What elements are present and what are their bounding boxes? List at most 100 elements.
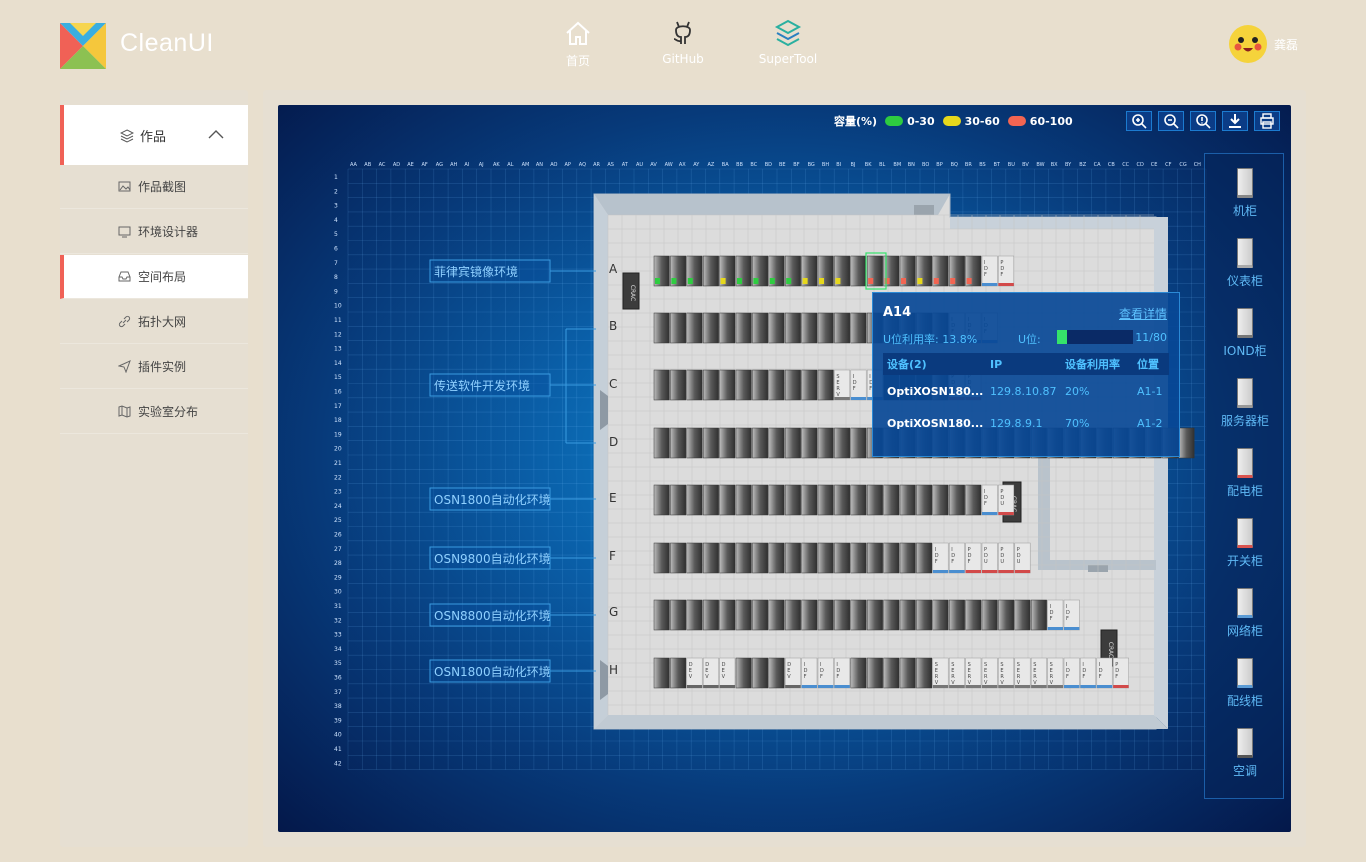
- rack: SERV: [948, 657, 965, 689]
- rack-body: [702, 427, 719, 459]
- nav-supertool[interactable]: SuperTool: [743, 18, 833, 66]
- grid-row-label: 33: [334, 632, 342, 639]
- sidebar-item-lab-map[interactable]: 实验室分布: [60, 390, 248, 434]
- cabinet-type-item[interactable]: 空调: [1205, 728, 1285, 779]
- cabinet-type-item[interactable]: 仪表柜: [1205, 238, 1285, 289]
- cabinet-type-item[interactable]: 服务器柜: [1205, 378, 1285, 429]
- zoom-out-button[interactable]: [1158, 111, 1184, 131]
- grid-column-label: AN: [536, 162, 543, 168]
- download-button[interactable]: [1222, 111, 1248, 131]
- grid-row-label: 11: [334, 317, 342, 324]
- avatar[interactable]: [1228, 24, 1268, 64]
- grid-column-label: BV: [1022, 162, 1029, 168]
- grid-column-label: BH: [822, 162, 829, 168]
- view-details-link[interactable]: 查看详情: [1119, 305, 1167, 322]
- rack-accent: [785, 685, 801, 688]
- rack-glyph: F: [1066, 616, 1069, 622]
- sidebar-item-space-layout[interactable]: 空间布局: [60, 255, 248, 299]
- device-util: 20%: [1065, 384, 1090, 398]
- rack-body: [866, 657, 883, 689]
- capacity-indicator: [687, 278, 693, 284]
- rack-body: [686, 542, 703, 574]
- zoom-reset-button[interactable]: [1190, 111, 1216, 131]
- rack-body: [719, 599, 736, 631]
- grid-column-label: BJ: [851, 162, 856, 168]
- grid-column-label: AI: [464, 162, 469, 168]
- user-menu[interactable]: 龚磊: [1228, 24, 1298, 64]
- grid-row-label: 14: [334, 360, 342, 367]
- nav-home[interactable]: 首页: [533, 18, 623, 69]
- cabinet-type-label: 仪表柜: [1226, 274, 1263, 288]
- brand-name[interactable]: CleanUI: [120, 29, 214, 58]
- floor-plan-stage[interactable]: AA AB AC AD AE AF AG AH AI AJ AK AL AM AN AO AP AQ AR AS AT…: [278, 105, 1291, 832]
- rack: [817, 312, 834, 344]
- cabinet-type-item[interactable]: 配电柜: [1205, 448, 1285, 499]
- floor-plan[interactable]: AA AB AC AD AE AF AG AH AI AJ AK AL AM AN AO AP AQ AR AS AT…: [278, 105, 1291, 832]
- rack-body: [702, 542, 719, 574]
- cabinet-type-item[interactable]: IOND柜: [1205, 308, 1285, 359]
- rack-body: [998, 599, 1015, 631]
- rack-body: [834, 599, 851, 631]
- cabinet-icon: [1237, 308, 1253, 338]
- zoom-in-icon: [1132, 114, 1147, 129]
- sidebar-item-plugins[interactable]: 插件实例: [60, 345, 248, 389]
- env-label-text: 菲律宾镜像环境: [434, 264, 518, 279]
- rack: [702, 599, 719, 631]
- sidebar-group-works[interactable]: 作品: [60, 105, 248, 165]
- col-ip: IP: [986, 353, 1061, 375]
- rack-body: [850, 427, 867, 459]
- row-letter: F: [609, 549, 616, 563]
- rack: [768, 484, 785, 516]
- capacity-indicator: [917, 278, 923, 284]
- map-icon: [118, 405, 131, 418]
- nav-github[interactable]: GitHub: [638, 18, 728, 66]
- rack-body: [735, 369, 752, 401]
- cabinet-type-item[interactable]: 开关柜: [1205, 518, 1285, 569]
- cabinet-type-label: 配线柜: [1226, 694, 1263, 708]
- cabinet-icon: [1237, 518, 1253, 548]
- rack: SERV: [965, 657, 982, 689]
- rack-body: [719, 427, 736, 459]
- rack: IDF: [981, 484, 998, 516]
- rack: [735, 484, 752, 516]
- rack-glyph: F: [984, 501, 987, 507]
- rack-accent: [998, 570, 1014, 573]
- cabinet-type-item[interactable]: 机柜: [1205, 168, 1285, 219]
- grid-row-label: 36: [334, 675, 342, 682]
- cabinet-type-item[interactable]: 网络柜: [1205, 588, 1285, 639]
- rack: [834, 312, 851, 344]
- env-label-text: OSN1800自动化环境: [434, 492, 551, 507]
- table-row[interactable]: OptiXOSN180... 129.8.10.87 20% A1-1: [883, 375, 1169, 407]
- sidebar-item-screenshots[interactable]: 作品截图: [60, 165, 248, 209]
- rack: [784, 369, 801, 401]
- rack: IDF: [1080, 657, 1097, 689]
- table-row[interactable]: OptiXOSN180... 129.8.9.1 70% A1-2: [883, 407, 1169, 439]
- sidebar-item-topology[interactable]: 拓扑大网: [60, 300, 248, 344]
- cleanui-logo[interactable]: [60, 23, 106, 69]
- rack-body: [850, 312, 867, 344]
- rack: [653, 484, 670, 516]
- chevron-up-icon[interactable]: [208, 129, 224, 139]
- col-util: 设备利用率: [1061, 353, 1133, 375]
- rack-body: [752, 599, 769, 631]
- nav-home-label: 首页: [565, 54, 590, 68]
- rack-body: [948, 599, 965, 631]
- rack-body: [817, 542, 834, 574]
- rack-glyph: F: [820, 674, 823, 680]
- rack-body: [965, 599, 982, 631]
- rack-accent: [1047, 627, 1063, 630]
- rack-body: [817, 427, 834, 459]
- grid-column-label: AM: [522, 162, 530, 168]
- env-label-text: OSN1800自动化环境: [434, 664, 551, 679]
- rack: [768, 255, 785, 287]
- print-button[interactable]: [1254, 111, 1280, 131]
- rack: [817, 484, 834, 516]
- rack-glyph: U: [1017, 559, 1021, 565]
- rack-body: [686, 427, 703, 459]
- grid-column-label: BL: [879, 162, 885, 168]
- zoom-in-button[interactable]: [1126, 111, 1152, 131]
- cabinet-type-item[interactable]: 配线柜: [1205, 658, 1285, 709]
- rack-body: [719, 369, 736, 401]
- capacity-indicator: [835, 278, 841, 284]
- sidebar-item-env-designer[interactable]: 环境设计器: [60, 210, 248, 254]
